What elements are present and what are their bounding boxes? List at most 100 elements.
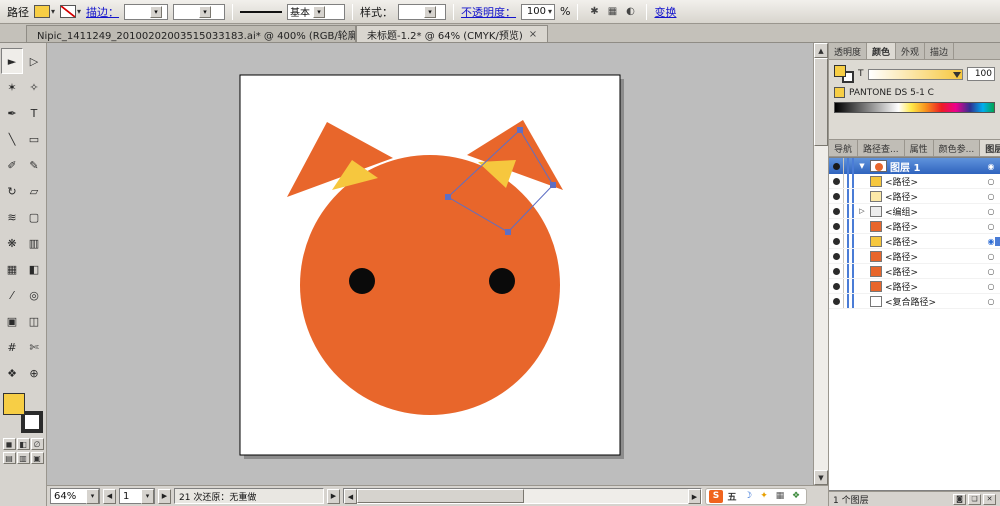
- normal-screen-button[interactable]: ▤: [3, 452, 16, 464]
- variable-width-select[interactable]: ▾: [173, 4, 225, 20]
- canvas-area[interactable]: [47, 43, 813, 485]
- previous-artboard-button[interactable]: ◀: [103, 489, 116, 504]
- free-transform-tool[interactable]: ▢: [23, 204, 45, 230]
- target-icon[interactable]: ○: [985, 222, 997, 231]
- scroll-left-icon[interactable]: ◀: [344, 489, 357, 504]
- gradient-tool[interactable]: ◧: [23, 256, 45, 282]
- panel-tab[interactable]: 颜色参...: [934, 140, 981, 156]
- anchor-point[interactable]: [550, 182, 556, 188]
- rectangle-tool[interactable]: ▭: [23, 126, 45, 152]
- panel-tab[interactable]: 导航: [829, 140, 858, 156]
- close-icon[interactable]: ×: [529, 29, 537, 40]
- panel-tab[interactable]: 外观: [896, 43, 925, 59]
- align-icon[interactable]: ▦: [603, 3, 621, 20]
- fill-stroke-indicator[interactable]: [3, 393, 43, 433]
- isolate-icon[interactable]: ◐: [621, 3, 639, 20]
- target-icon[interactable]: ○: [985, 192, 997, 201]
- hand-tool[interactable]: ❖: [1, 360, 23, 386]
- cat-right-eye[interactable]: [489, 268, 515, 294]
- delete-layer-button[interactable]: ✕: [983, 494, 996, 505]
- mini-fill-swatch[interactable]: [834, 65, 846, 77]
- visibility-eye-icon[interactable]: [829, 174, 844, 188]
- visibility-eye-icon[interactable]: [829, 294, 844, 308]
- moon-icon[interactable]: ☽: [741, 490, 755, 503]
- type-tool[interactable]: T: [23, 100, 45, 126]
- layer-row[interactable]: ▷ <编组> ○: [829, 204, 1000, 219]
- fill-color-picker[interactable]: ▾: [34, 5, 55, 18]
- opacity-link[interactable]: 不透明度：: [461, 4, 516, 20]
- panel-tab[interactable]: 颜色: [867, 43, 896, 59]
- status-menu-button[interactable]: ▶: [327, 489, 340, 504]
- document-tab[interactable]: Nipic_1411249_20100202003515033183.ai* @…: [26, 25, 356, 42]
- layer-row[interactable]: <路径> ○: [829, 279, 1000, 294]
- mini-fill-stroke-indicator[interactable]: [834, 65, 854, 83]
- blend-tool[interactable]: ◎: [23, 282, 45, 308]
- visibility-eye-icon[interactable]: [829, 264, 844, 278]
- cat-face[interactable]: [300, 155, 560, 415]
- cat-left-eye[interactable]: [349, 268, 375, 294]
- select-similar-icon[interactable]: ✱: [585, 3, 603, 20]
- document-tab[interactable]: 未标题-1.2* @ 64% (CMYK/预览) ×: [356, 25, 548, 42]
- layer-row[interactable]: <路径> ○: [829, 189, 1000, 204]
- color-button[interactable]: ◼: [3, 438, 16, 450]
- stroke-weight-select[interactable]: ▾: [124, 4, 168, 20]
- panel-tab[interactable]: 透明度: [829, 43, 867, 59]
- pen-tool[interactable]: ✒: [1, 100, 23, 126]
- slice-tool[interactable]: ✄: [23, 334, 45, 360]
- scroll-up-icon[interactable]: ▲: [814, 43, 828, 58]
- make-mask-button[interactable]: ◙: [953, 494, 966, 505]
- visibility-eye-icon[interactable]: [829, 204, 844, 218]
- panel-tab[interactable]: 路径查...: [858, 140, 905, 156]
- stroke-color-picker[interactable]: ▾: [60, 5, 81, 18]
- symbol-sprayer-tool[interactable]: ❋: [1, 230, 23, 256]
- layer-row[interactable]: <路径> ○: [829, 249, 1000, 264]
- fill-indicator-swatch[interactable]: [3, 393, 25, 415]
- expand-icon[interactable]: ▼: [857, 162, 867, 170]
- vertical-scrollbar[interactable]: ▲ ▼: [813, 43, 828, 485]
- sogou-icon[interactable]: S: [709, 490, 723, 503]
- tools-icon[interactable]: ❖: [789, 490, 803, 503]
- target-icon[interactable]: ◉: [985, 237, 997, 246]
- scale-tool[interactable]: ▱: [23, 178, 45, 204]
- direct-selection-tool[interactable]: ▷: [23, 48, 45, 74]
- horizontal-scroll-thumb[interactable]: [357, 489, 524, 503]
- chevron-down-icon[interactable]: ▾: [313, 6, 325, 18]
- layer-row[interactable]: <路径> ○: [829, 264, 1000, 279]
- layer-row[interactable]: <复合路径> ○: [829, 294, 1000, 309]
- mesh-tool[interactable]: ▦: [1, 256, 23, 282]
- chevron-down-icon[interactable]: ▾: [86, 489, 99, 504]
- wubi-icon[interactable]: 五: [725, 490, 739, 503]
- anchor-point[interactable]: [517, 127, 523, 133]
- full-screen-button[interactable]: ▣: [31, 452, 44, 464]
- target-icon[interactable]: ○: [985, 207, 997, 216]
- horizontal-scrollbar[interactable]: ◀ ▶: [343, 488, 702, 504]
- crop-area-tool[interactable]: #: [1, 334, 23, 360]
- target-icon[interactable]: ○: [985, 267, 997, 276]
- stroke-link[interactable]: 描边：: [86, 4, 119, 20]
- chevron-down-icon[interactable]: ▾: [141, 489, 154, 504]
- brush-select[interactable]: 基本 ▾: [287, 4, 345, 20]
- live-paint-tool[interactable]: ▣: [1, 308, 23, 334]
- panel-tab[interactable]: 描边: [925, 43, 954, 59]
- graph-tool[interactable]: ▥: [23, 230, 45, 256]
- keyboard-icon[interactable]: ▦: [773, 490, 787, 503]
- chevron-down-icon[interactable]: ▾: [150, 6, 162, 18]
- layer-row[interactable]: <路径> ○: [829, 174, 1000, 189]
- eyedropper-tool[interactable]: ⁄: [1, 282, 23, 308]
- magic-wand-tool[interactable]: ✶: [1, 74, 23, 100]
- warp-tool[interactable]: ≋: [1, 204, 23, 230]
- artboard-select[interactable]: 1 ▾: [119, 488, 155, 504]
- style-select[interactable]: ▾: [398, 4, 446, 20]
- selection-tool[interactable]: ►: [1, 48, 23, 74]
- panel-tab[interactable]: 图层: [980, 140, 1000, 156]
- transform-link[interactable]: 变换: [654, 4, 676, 20]
- chevron-down-icon[interactable]: ▾: [424, 6, 436, 18]
- zoom-tool[interactable]: ⊕: [23, 360, 45, 386]
- target-icon[interactable]: ○: [985, 282, 997, 291]
- full-screen-menu-button[interactable]: ▥: [17, 452, 30, 464]
- visibility-eye-icon[interactable]: [829, 249, 844, 263]
- gradient-button[interactable]: ◧: [17, 438, 30, 450]
- live-paint-selection-tool[interactable]: ◫: [23, 308, 45, 334]
- scroll-right-icon[interactable]: ▶: [688, 489, 701, 504]
- visibility-eye-icon[interactable]: [829, 279, 844, 293]
